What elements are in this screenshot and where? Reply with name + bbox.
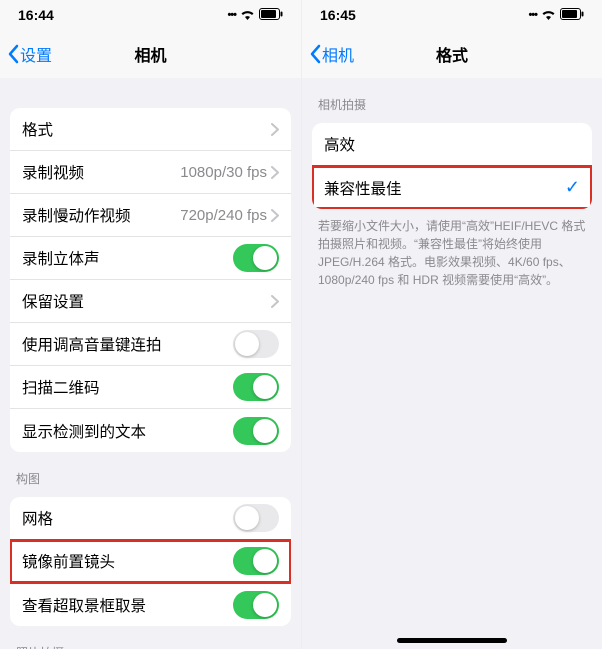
row-label: 使用调高音量键连拍 [22,333,233,355]
row-label: 格式 [22,118,271,140]
signal-icon: ••• [227,9,236,21]
row-label: 保留设置 [22,290,271,312]
status-time: 16:45 [320,7,356,23]
chevron-right-icon [271,209,279,222]
wifi-icon [541,7,556,23]
nav-back-label: 相机 [322,42,354,66]
content-right: 相机拍摄 高效 兼容性最佳 ✓ 若要缩小文件大小，请使用“高效”HEIF/HEV… [302,78,602,649]
toggle-detected-text[interactable] [233,417,279,445]
nav-bar: 设置 相机 [0,30,301,78]
row-label: 网格 [22,507,233,529]
row-label: 扫描二维码 [22,376,233,398]
row-preserve[interactable]: 保留设置 [10,280,291,323]
status-right: ••• [227,7,283,23]
checkmark-icon: ✓ [565,177,580,198]
group-header-composition: 构图 [0,452,301,493]
status-bar: 16:44 ••• [0,0,301,30]
nav-title: 相机 [134,42,166,66]
battery-icon [560,7,584,23]
chevron-right-icon [271,295,279,308]
row-record-slowmo[interactable]: 录制慢动作视频720p/240 fps [10,194,291,237]
nav-back-button[interactable]: 设置 [6,42,52,66]
row-detected-text[interactable]: 显示检测到的文本 [10,409,291,452]
toggle-volume-burst[interactable] [233,330,279,358]
row-most-compatible[interactable]: 兼容性最佳 ✓ [312,166,592,209]
nav-back-label: 设置 [20,42,52,66]
row-label: 显示检测到的文本 [22,420,233,442]
row-label: 录制慢动作视频 [22,204,180,226]
group-header-photo-capture: 照片拍摄 [0,626,301,649]
row-record-video[interactable]: 录制视频1080p/30 fps [10,151,291,194]
chevron-left-icon [308,44,322,64]
group-format: 高效 兼容性最佳 ✓ [312,123,592,209]
home-indicator[interactable] [397,638,507,643]
footer-text-format: 若要缩小文件大小，请使用“高效”HEIF/HEVC 格式拍摄照片和视频。“兼容性… [302,209,602,297]
toggle-stereo[interactable] [233,244,279,272]
toggle-scan-qr[interactable] [233,373,279,401]
nav-title: 格式 [436,42,468,66]
row-grid[interactable]: 网格 [10,497,291,540]
signal-icon: ••• [528,9,537,21]
status-bar: 16:45 ••• [302,0,602,30]
row-label: 兼容性最佳 [324,177,565,199]
battery-icon [259,7,283,23]
row-mirror-front[interactable]: 镜像前置镜头 [10,540,291,583]
group-header-camera-capture: 相机拍摄 [302,78,602,119]
row-scan-qr[interactable]: 扫描二维码 [10,366,291,409]
status-time: 16:44 [18,7,54,23]
nav-bar: 相机 格式 [302,30,602,78]
row-label: 录制视频 [22,161,180,183]
row-volume-burst[interactable]: 使用调高音量键连拍 [10,323,291,366]
row-stereo[interactable]: 录制立体声 [10,237,291,280]
row-value: 720p/240 fps [180,207,267,224]
phone-camera-settings: 16:44 ••• 设置 相机 格式 录制视频1080p/30 fps 录制慢动… [0,0,301,649]
group-main: 格式 录制视频1080p/30 fps 录制慢动作视频720p/240 fps … [10,108,291,452]
chevron-right-icon [271,123,279,136]
status-right: ••• [528,7,584,23]
row-label: 镜像前置镜头 [22,550,233,572]
nav-back-button[interactable]: 相机 [308,42,354,66]
toggle-mirror-front[interactable] [233,547,279,575]
row-label: 录制立体声 [22,247,233,269]
chevron-right-icon [271,166,279,179]
row-value: 1080p/30 fps [180,164,267,181]
row-view-outside-frame[interactable]: 查看超取景框取景 [10,583,291,626]
content-left: 格式 录制视频1080p/30 fps 录制慢动作视频720p/240 fps … [0,78,301,649]
chevron-left-icon [6,44,20,64]
wifi-icon [240,7,255,23]
row-format[interactable]: 格式 [10,108,291,151]
row-high-efficiency[interactable]: 高效 [312,123,592,166]
toggle-grid[interactable] [233,504,279,532]
row-label: 高效 [324,133,580,155]
toggle-view-outside-frame[interactable] [233,591,279,619]
phone-format-settings: 16:45 ••• 相机 格式 相机拍摄 高效 兼容性最佳 ✓ [301,0,602,649]
row-label: 查看超取景框取景 [22,594,233,616]
group-composition: 网格 镜像前置镜头 查看超取景框取景 [10,497,291,626]
